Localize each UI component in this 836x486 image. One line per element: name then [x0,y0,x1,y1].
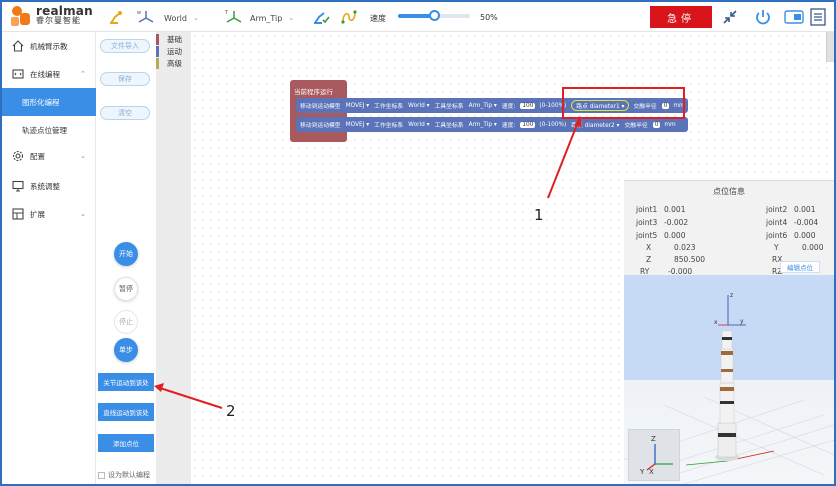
info-key: joint6 [766,231,788,240]
info-key: joint5 [636,231,658,240]
info-value: 0.001 [794,205,816,214]
edit-point-button[interactable]: 编辑点位 [780,261,820,273]
info-value: -0.000 [668,267,693,275]
info-value: -0.002 [664,218,689,227]
cube-y-label: Y [639,468,645,476]
orientation-cube[interactable]: Z Y X [628,429,680,481]
point-info-title: 点位信息 [713,187,745,196]
tool-axis-x-label: x [714,319,718,326]
info-key: joint3 [636,218,658,227]
info-key: RY [640,267,650,275]
cube-z-label: Z [651,435,656,443]
point-info-panel: 点位信息 joint1 0.001 joint2 0.001 joint3 -0.00… [624,180,834,275]
info-value: 0.000 [802,243,824,252]
info-key: joint2 [766,205,788,214]
robot-3d-viewer[interactable]: z y x Z Y X [624,275,834,484]
info-value: 0.023 [674,243,696,252]
tool-axis-z-label: z [730,292,733,299]
info-key: X [646,243,652,252]
info-key: joint1 [636,205,658,214]
info-value: 0.001 [664,205,686,214]
info-key: Y [774,243,779,252]
info-key: joint4 [766,218,788,227]
tool-axis-y-label: y [740,318,744,325]
info-value: 850.500 [674,255,706,264]
info-key: Z [646,255,652,264]
info-value: 0.000 [794,231,816,240]
cube-x-label: X [649,468,654,476]
info-value: -0.004 [794,218,819,227]
annotation-2: 2 [226,402,236,420]
info-value: 0.000 [664,231,686,240]
annotation-1: 1 [534,206,544,224]
